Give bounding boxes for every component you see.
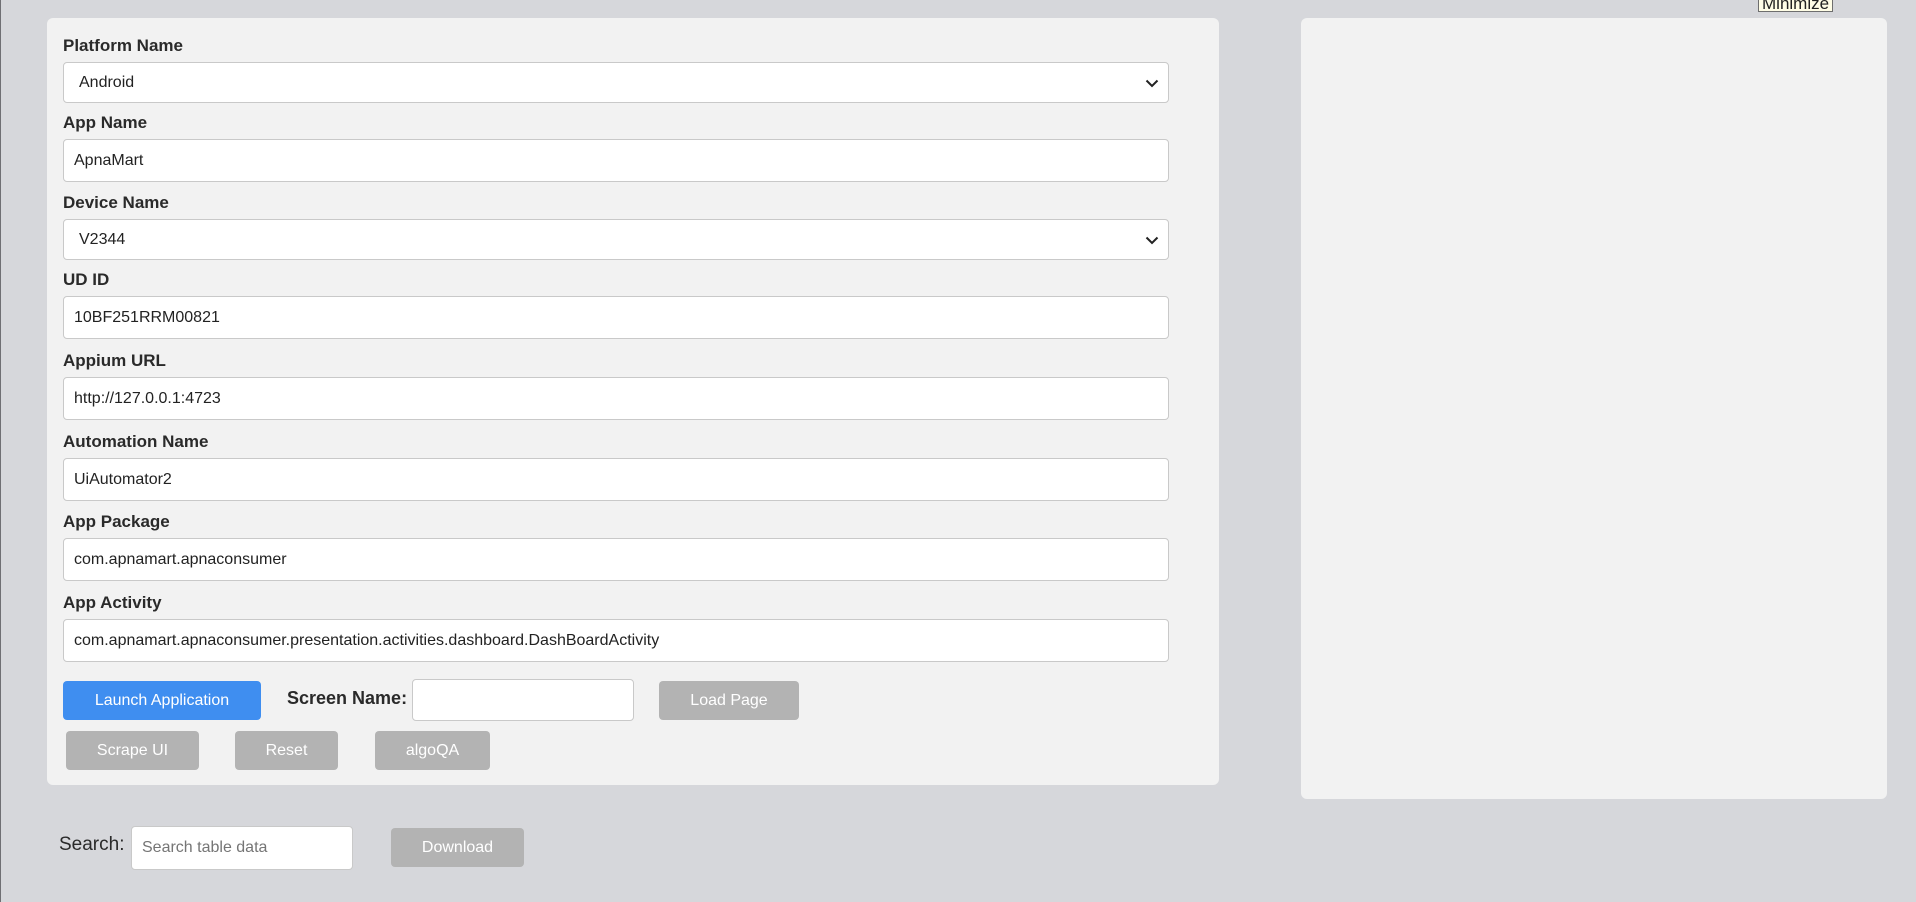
search-placeholder: Search table data bbox=[142, 839, 268, 856]
app-name-input[interactable]: ApnaMart bbox=[63, 139, 1169, 182]
launch-application-button[interactable]: Launch Application bbox=[63, 681, 261, 720]
chevron-down-icon bbox=[1145, 79, 1159, 87]
reset-button[interactable]: Reset bbox=[235, 731, 338, 770]
search-label: Search: bbox=[59, 834, 125, 855]
download-button[interactable]: Download bbox=[391, 828, 524, 867]
appium-url-value: http://127.0.0.1:4723 bbox=[74, 389, 221, 407]
automation-name-value: UiAutomator2 bbox=[74, 470, 172, 488]
app-activity-label: App Activity bbox=[63, 593, 162, 612]
screen-name-label: Screen Name: bbox=[287, 688, 408, 708]
app-activity-value: com.apnamart.apnaconsumer.presentation.a… bbox=[74, 631, 660, 649]
minimize-tooltip: Minimize bbox=[1758, 0, 1834, 13]
platform-name-value: Android bbox=[79, 73, 135, 91]
scrape-ui-button[interactable]: Scrape UI bbox=[66, 731, 199, 770]
app-name-value: ApnaMart bbox=[74, 151, 144, 169]
automation-name-input[interactable]: UiAutomator2 bbox=[63, 458, 1169, 501]
device-name-value: V2344 bbox=[79, 230, 126, 248]
automation-name-label: Automation Name bbox=[63, 432, 209, 451]
udid-label: UD ID bbox=[63, 270, 110, 289]
app-package-input[interactable]: com.apnamart.apnaconsumer bbox=[63, 538, 1169, 581]
app-package-label: App Package bbox=[63, 512, 170, 531]
search-input[interactable]: Search table data bbox=[131, 826, 353, 870]
appium-url-input[interactable]: http://127.0.0.1:4723 bbox=[63, 377, 1169, 420]
platform-name-select[interactable]: Android bbox=[63, 62, 1169, 103]
load-page-button[interactable]: Load Page bbox=[659, 681, 799, 720]
chevron-down-icon bbox=[1145, 236, 1159, 244]
window-left-border bbox=[0, 0, 1, 902]
screen-name-input[interactable] bbox=[412, 679, 634, 721]
device-name-label: Device Name bbox=[63, 193, 169, 212]
app-package-value: com.apnamart.apnaconsumer bbox=[74, 550, 287, 568]
udid-value: 10BF251RRM00821 bbox=[74, 308, 220, 326]
app-activity-input[interactable]: com.apnamart.apnaconsumer.presentation.a… bbox=[63, 619, 1169, 662]
preview-panel bbox=[1301, 18, 1887, 799]
appium-url-label: Appium URL bbox=[63, 351, 166, 370]
platform-name-label: Platform Name bbox=[63, 36, 183, 55]
udid-input[interactable]: 10BF251RRM00821 bbox=[63, 296, 1169, 339]
device-name-select[interactable]: V2344 bbox=[63, 219, 1169, 260]
algoqa-button[interactable]: algoQA bbox=[375, 731, 490, 770]
app-name-label: App Name bbox=[63, 113, 148, 132]
